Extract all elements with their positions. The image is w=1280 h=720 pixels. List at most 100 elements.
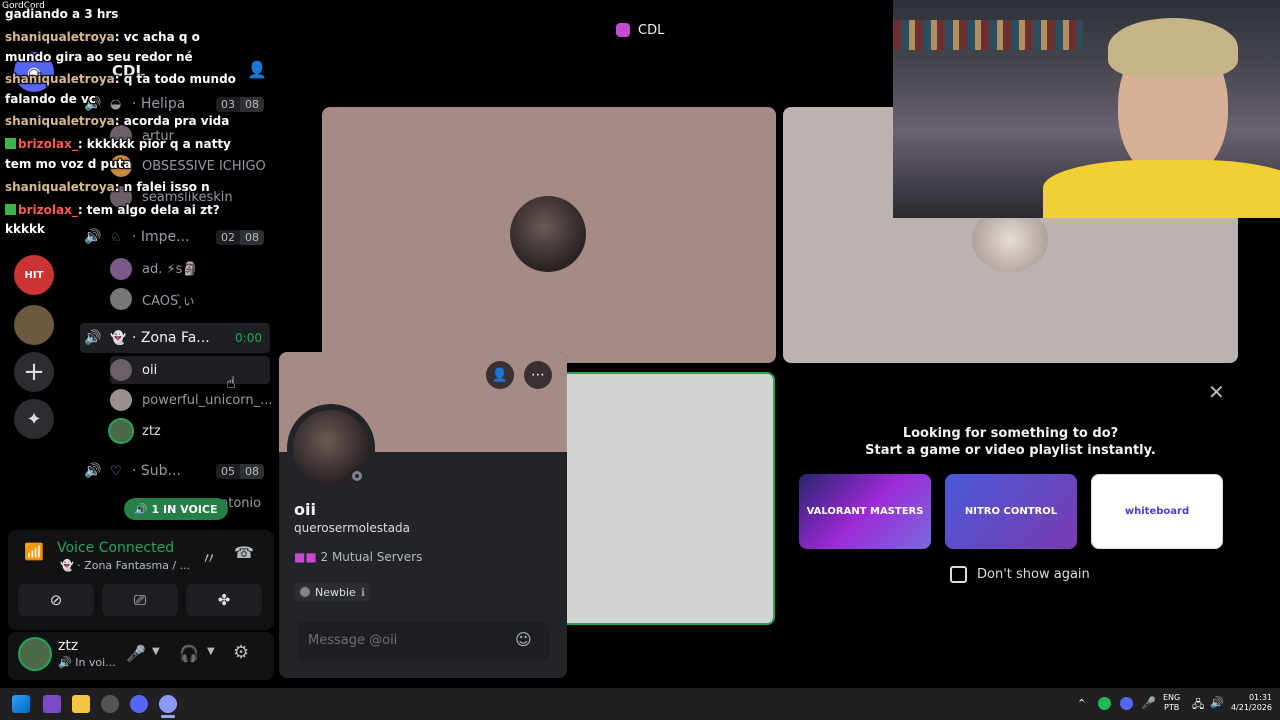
message-placeholder: Message @oii [308, 633, 398, 648]
volume-icon[interactable]: 🔊 [1210, 696, 1224, 709]
channel-emoji-icon: ♘ [110, 229, 122, 245]
dont-show-checkbox[interactable] [950, 566, 967, 583]
user-count: 03 08 [216, 96, 264, 112]
screen-share-button[interactable]: ⎚ [102, 584, 178, 616]
voice-user[interactable]: ntonio [220, 489, 280, 517]
voice-user[interactable]: OBSESSIVE ICHIGO [110, 152, 270, 180]
twitch-icon[interactable] [43, 695, 61, 713]
add-friend-button[interactable]: 👤 [486, 361, 514, 389]
more-options-button[interactable]: ⋯ [524, 361, 552, 389]
streamer-hair [1108, 18, 1238, 78]
mutual-servers[interactable]: ■■ 2 Mutual Servers [294, 550, 422, 564]
discord-active-icon[interactable] [159, 695, 177, 713]
badge-icon [5, 204, 16, 215]
chat-line: falando de vc [5, 92, 96, 106]
add-member-icon[interactable]: 👤 [247, 60, 267, 79]
activity-subtitle: Start a game or video playlist instantly… [865, 443, 1156, 458]
voice-user[interactable]: ztz [110, 417, 270, 445]
app-icon[interactable] [101, 695, 119, 713]
chevron-down-icon[interactable]: ▼ [152, 646, 160, 657]
network-icon[interactable]: 🖧 [1192, 696, 1204, 715]
discord-icon[interactable] [130, 695, 148, 713]
chat-line: shaniqualetroya: vc acha q o [5, 30, 200, 44]
activity-card-whiteboard[interactable]: whiteboard [1091, 474, 1223, 549]
windows-taskbar [0, 688, 1280, 720]
chat-line: shaniqualetroya: acorda pra vida [5, 114, 230, 128]
server-icon-small [616, 23, 630, 37]
clock[interactable]: 01:31 4/21/2026 [1227, 693, 1272, 713]
headphones-icon[interactable]: 🎧 [179, 644, 199, 663]
activity-card-nitro-control[interactable]: NITRO CONTROL [945, 474, 1077, 549]
voice-user-selected[interactable]: oii [110, 356, 270, 384]
microphone-icon[interactable]: 🎤 [126, 644, 146, 663]
avatar [110, 420, 132, 442]
spotify-icon[interactable] [1098, 697, 1111, 710]
file-explorer-icon[interactable] [72, 695, 90, 713]
server-icon-hit[interactable]: HIT [14, 255, 54, 295]
user-count: 05 08 [216, 463, 264, 479]
in-voice-badge[interactable]: 🔊 1 IN VOICE [124, 498, 228, 520]
avatar [110, 389, 132, 411]
badge-icon [5, 138, 16, 149]
voice-user[interactable]: powerful_unicorn_... [110, 386, 273, 414]
disconnect-icon[interactable]: ☎ [234, 543, 254, 562]
user-panel: ztz 🔊 In voi... 🎤 ▼ 🎧 ▼ ⚙ [8, 632, 274, 680]
speaker-icon: 🔊 [84, 229, 102, 245]
server-icons: ■■ [294, 550, 321, 564]
activity-card-valorant[interactable]: VALORANT MASTERS [799, 474, 931, 549]
microphone-tray-icon[interactable]: 🎤 [1141, 696, 1156, 710]
voice-connected-panel: 📶 Voice Connected 👻 · Zona Fantasma / ..… [8, 530, 274, 630]
chat-line: shaniqualetroya: n falei isso n [5, 180, 210, 194]
voice-channel-zona-fantasma[interactable]: 🔊 👻 · Zona Fa... 0:00 [80, 323, 270, 353]
discord-tray-icon[interactable] [1120, 697, 1133, 710]
signal-icon: 📶 [24, 542, 44, 561]
channel-emoji-icon: ◒ [110, 96, 122, 112]
voice-timer: 0:00 [235, 331, 262, 345]
participant-avatar [510, 196, 586, 272]
voice-channel-impe[interactable]: 🔊 ♘ · Impe... 02 08 [80, 222, 270, 252]
server-icon-avatar[interactable] [14, 305, 54, 345]
video-tile-speaking[interactable] [565, 372, 775, 625]
chat-line: shaniqualetroya: q ta todo mundo [5, 72, 236, 86]
mouse-cursor-icon: ☝ [226, 373, 236, 392]
speaker-icon: 🔊 [84, 463, 102, 479]
noise-suppression-icon[interactable]: 〃 [201, 545, 217, 569]
activity-title: Looking for something to do? [902, 426, 1119, 441]
channel-name: Helipa [140, 96, 186, 112]
voice-channel-label[interactable]: 👻 · Zona Fantasma / ... [60, 559, 190, 572]
chat-line: tem mo voz d puta [5, 157, 132, 171]
user-avatar[interactable] [20, 639, 50, 669]
status-indicator [349, 468, 365, 484]
user-name[interactable]: ztz [58, 638, 78, 654]
user-count: 02 08 [216, 229, 264, 245]
user-status: 🔊 In voi... [58, 656, 116, 669]
tray-chevron-up-icon[interactable]: ⌃ [1077, 697, 1086, 710]
voice-status[interactable]: Voice Connected [57, 540, 174, 556]
camera-off-button[interactable]: ⊘ [18, 584, 94, 616]
active-indicator [161, 715, 175, 718]
video-tile-oii[interactable] [322, 107, 776, 363]
settings-gear-icon[interactable]: ⚙ [233, 642, 249, 663]
ghost-icon: 👻 · [60, 559, 85, 572]
voice-channel-sub[interactable]: 🔊 ♡ · Sub... 05 08 [80, 456, 270, 486]
voice-user[interactable]: ad. ⚡s🗿 [110, 255, 270, 283]
avatar [110, 258, 132, 280]
role-pill[interactable]: Newbie ℹ [294, 583, 371, 601]
activities-button[interactable]: ✤ [186, 584, 262, 616]
windows-start-icon[interactable] [12, 695, 30, 713]
user-profile-popout: 👤 ⋯ oii querosermolestada ■■ 2 Mutual Se… [279, 352, 567, 678]
chat-line: kkkkk [5, 222, 45, 236]
ghost-icon: 👻 [110, 330, 127, 346]
discover-compass-icon[interactable]: ✦ [14, 399, 54, 439]
language-indicator[interactable]: ENG PTB [1163, 693, 1180, 713]
add-server-icon[interactable]: + [14, 352, 54, 392]
info-icon: ℹ [360, 585, 365, 599]
chevron-down-icon[interactable]: ▼ [207, 646, 215, 657]
close-icon[interactable]: ✕ [1208, 380, 1225, 404]
chat-line: mundo gira ao seu redor né [5, 50, 193, 64]
message-input[interactable]: Message @oii ☺ [297, 622, 549, 660]
voice-user[interactable]: CAOS ̗̀ぃ [110, 285, 270, 313]
avatar [110, 359, 132, 381]
emoji-icon[interactable]: ☺ [515, 630, 532, 649]
window-title: CDL [638, 23, 665, 38]
